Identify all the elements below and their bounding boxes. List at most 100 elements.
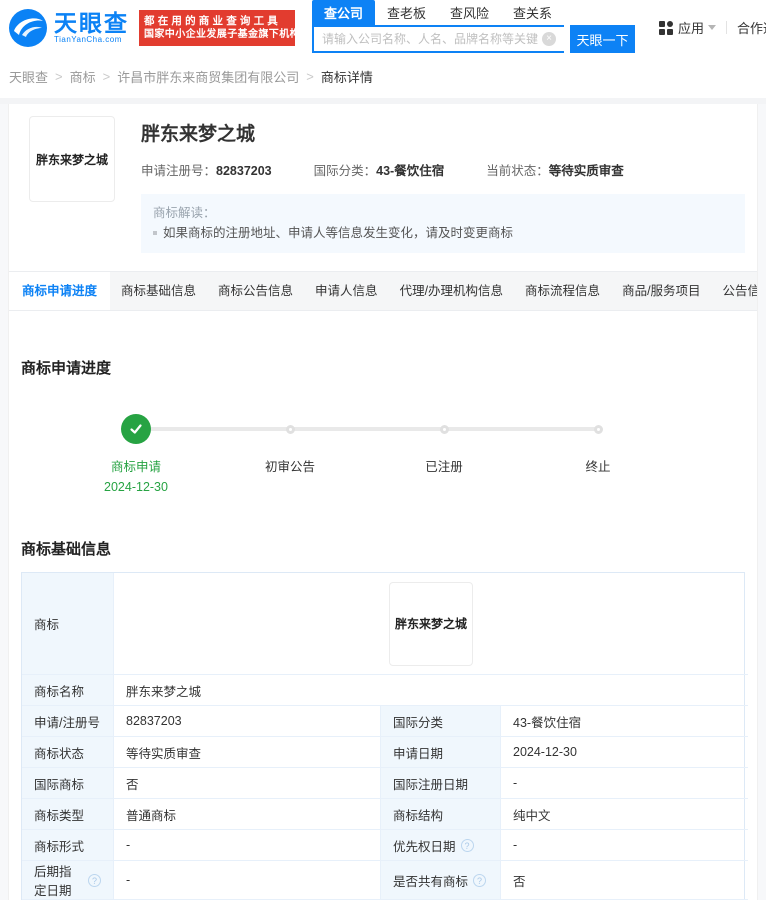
clear-search-icon[interactable] bbox=[542, 32, 556, 46]
row-label-type: 商标类型 bbox=[22, 799, 114, 830]
search-tab-risk[interactable]: 查风险 bbox=[438, 0, 501, 25]
progress-heading: 商标申请进度 bbox=[9, 357, 757, 378]
apps-menu[interactable]: 应用 bbox=[649, 18, 726, 37]
row-label-intl-reg-date: 国际注册日期 bbox=[381, 768, 501, 799]
row-label-later-designation-date: 后期指定日期 bbox=[22, 861, 114, 900]
status-label: 当前状态： bbox=[486, 164, 549, 178]
content-card: 胖东来梦之城 胖东来梦之城 申请注册号：82837203 国际分类：43-餐饮住… bbox=[8, 104, 758, 900]
search-tab-company[interactable]: 查公司 bbox=[312, 0, 375, 25]
summary-fields: 申请注册号：82837203 国际分类：43-餐饮住宿 当前状态：等待实质审查 bbox=[141, 160, 745, 179]
row-label-form: 商标形式 bbox=[22, 830, 114, 861]
step-trademark-application: 商标申请 2024-12-30 bbox=[59, 414, 213, 494]
row-value-intl-reg-date: - bbox=[501, 768, 748, 799]
step-label: 终止 bbox=[585, 456, 610, 475]
row-label-intl-class: 国际分类 bbox=[381, 706, 501, 737]
row-value-name: 胖东来梦之城 bbox=[114, 675, 748, 706]
step-circle-icon bbox=[286, 425, 295, 434]
row-label-priority-date: 优先权日期 bbox=[381, 830, 501, 861]
help-icon[interactable] bbox=[473, 874, 486, 887]
step-terminated: 终止 bbox=[521, 414, 675, 494]
search-tabs: 查公司 查老板 查风险 查关系 bbox=[312, 2, 635, 25]
logo-text-en: TianYanCha.com bbox=[54, 35, 129, 44]
apps-menu-label: 应用 bbox=[678, 18, 704, 37]
search-input[interactable] bbox=[312, 25, 564, 53]
note-title: 商标解读： bbox=[153, 203, 733, 223]
header-right-links: 应用 合作通道 企业 bbox=[649, 18, 766, 37]
cooperation-menu-label: 合作通道 bbox=[737, 18, 766, 37]
row-value-type: 普通商标 bbox=[114, 799, 381, 830]
cooperation-menu[interactable]: 合作通道 bbox=[727, 18, 766, 37]
trademark-image-text: 胖东来梦之城 bbox=[395, 615, 467, 632]
application-progress-section: 商标申请进度 商标申请 2024-12-30 初审公告 bbox=[9, 311, 757, 494]
breadcrumb-separator: > bbox=[55, 69, 63, 84]
slogan-line1: 都在用的商业查询工具 bbox=[144, 14, 290, 28]
tab-agency-info[interactable]: 代理/办理机构信息 bbox=[389, 272, 514, 310]
trademark-note: 商标解读： 如果商标的注册地址、申请人等信息发生变化，请及时变更商标 bbox=[141, 194, 745, 253]
row-value-status: 等待实质审查 bbox=[114, 737, 381, 768]
slogan-badge: 都在用的商业查询工具 国家中小企业发展子基金旗下机构 bbox=[139, 10, 295, 46]
slogan-line2: 国家中小企业发展子基金旗下机构 bbox=[144, 28, 290, 42]
row-value-structure: 纯中文 bbox=[501, 799, 748, 830]
breadcrumb-company[interactable]: 许昌市胖东来商贸集团有限公司 bbox=[117, 67, 299, 86]
bullet-icon bbox=[153, 231, 157, 235]
row-label-apply-date: 申请日期 bbox=[381, 737, 501, 768]
intl-class-label: 国际分类： bbox=[314, 164, 377, 178]
row-label-reg-number: 申请/注册号 bbox=[22, 706, 114, 737]
tab-basic-info[interactable]: 商标基础信息 bbox=[110, 272, 207, 310]
breadcrumb-home[interactable]: 天眼查 bbox=[9, 67, 48, 86]
note-body: 如果商标的注册地址、申请人等信息发生变化，请及时变更商标 bbox=[163, 223, 513, 243]
step-label: 商标申请 bbox=[111, 456, 161, 475]
row-value-priority-date: - bbox=[501, 830, 748, 861]
search-tab-relation[interactable]: 查关系 bbox=[501, 0, 564, 25]
detail-tabbar: 商标申请进度 商标基础信息 商标公告信息 申请人信息 代理/办理机构信息 商标流… bbox=[9, 271, 757, 311]
trademark-summary: 胖东来梦之城 胖东来梦之城 申请注册号：82837203 国际分类：43-餐饮住… bbox=[9, 104, 757, 271]
row-value-intl-trademark: 否 bbox=[114, 768, 381, 799]
reg-number-value: 82837203 bbox=[216, 164, 272, 178]
intl-class-value: 43-餐饮住宿 bbox=[376, 164, 444, 178]
breadcrumb-separator: > bbox=[306, 69, 314, 84]
page-title: 胖东来梦之城 bbox=[141, 119, 745, 146]
trademark-image[interactable]: 胖东来梦之城 bbox=[389, 582, 473, 666]
step-label: 初审公告 bbox=[265, 456, 315, 475]
tianyancha-logo-icon bbox=[8, 8, 48, 48]
step-preliminary-announcement: 初审公告 bbox=[213, 414, 367, 494]
row-value-intl-class: 43-餐饮住宿 bbox=[501, 706, 748, 737]
tianyancha-logo[interactable]: 天眼查 TianYanCha.com bbox=[8, 8, 129, 48]
row-label-status: 商标状态 bbox=[22, 737, 114, 768]
basic-info-section: 商标基础信息 商标 胖东来梦之城 商标名称 胖东来梦之城 申请/注册号 8283… bbox=[9, 494, 757, 900]
apps-grid-icon bbox=[659, 21, 673, 35]
breadcrumb-current: 商标详情 bbox=[321, 67, 373, 86]
trademark-image-text: 胖东来梦之城 bbox=[36, 151, 108, 168]
help-icon[interactable] bbox=[88, 874, 101, 887]
search-tab-boss[interactable]: 查老板 bbox=[375, 0, 438, 25]
top-header: 天眼查 TianYanCha.com 都在用的商业查询工具 国家中小企业发展子基… bbox=[0, 0, 766, 55]
tab-goods-services[interactable]: 商品/服务项目 bbox=[611, 272, 711, 310]
logo-text-cn: 天眼查 bbox=[54, 11, 129, 35]
row-label-name: 商标名称 bbox=[22, 675, 114, 706]
search-block: 查公司 查老板 查风险 查关系 天眼一下 bbox=[312, 2, 635, 53]
breadcrumb: 天眼查 > 商标 > 许昌市胖东来商贸集团有限公司 > 商标详情 bbox=[0, 55, 766, 98]
row-value-later-designation-date: - bbox=[114, 861, 381, 900]
step-label: 已注册 bbox=[425, 456, 463, 475]
basic-info-heading: 商标基础信息 bbox=[9, 538, 757, 559]
tab-process-info[interactable]: 商标流程信息 bbox=[514, 272, 611, 310]
trademark-image: 胖东来梦之城 bbox=[29, 116, 115, 202]
row-value-form: - bbox=[114, 830, 381, 861]
row-label-trademark: 商标 bbox=[22, 573, 114, 675]
step-circle-icon bbox=[440, 425, 449, 434]
step-circle-icon bbox=[594, 425, 603, 434]
row-value-co-owned: 否 bbox=[501, 861, 748, 900]
check-icon bbox=[121, 414, 151, 444]
breadcrumb-trademark[interactable]: 商标 bbox=[70, 67, 96, 86]
search-button[interactable]: 天眼一下 bbox=[570, 25, 635, 53]
row-value-trademark-image: 胖东来梦之城 bbox=[114, 573, 748, 675]
tab-announcement-info[interactable]: 商标公告信息 bbox=[207, 272, 304, 310]
tab-applicant-info[interactable]: 申请人信息 bbox=[304, 272, 389, 310]
help-icon[interactable] bbox=[461, 839, 474, 852]
tab-gazette-info[interactable]: 公告信息 bbox=[712, 272, 757, 310]
status-value: 等待实质审查 bbox=[549, 164, 624, 178]
tab-application-progress[interactable]: 商标申请进度 bbox=[9, 272, 110, 310]
step-date: 2024-12-30 bbox=[104, 480, 168, 494]
breadcrumb-separator: > bbox=[103, 69, 111, 84]
row-label-co-owned: 是否共有商标 bbox=[381, 861, 501, 900]
